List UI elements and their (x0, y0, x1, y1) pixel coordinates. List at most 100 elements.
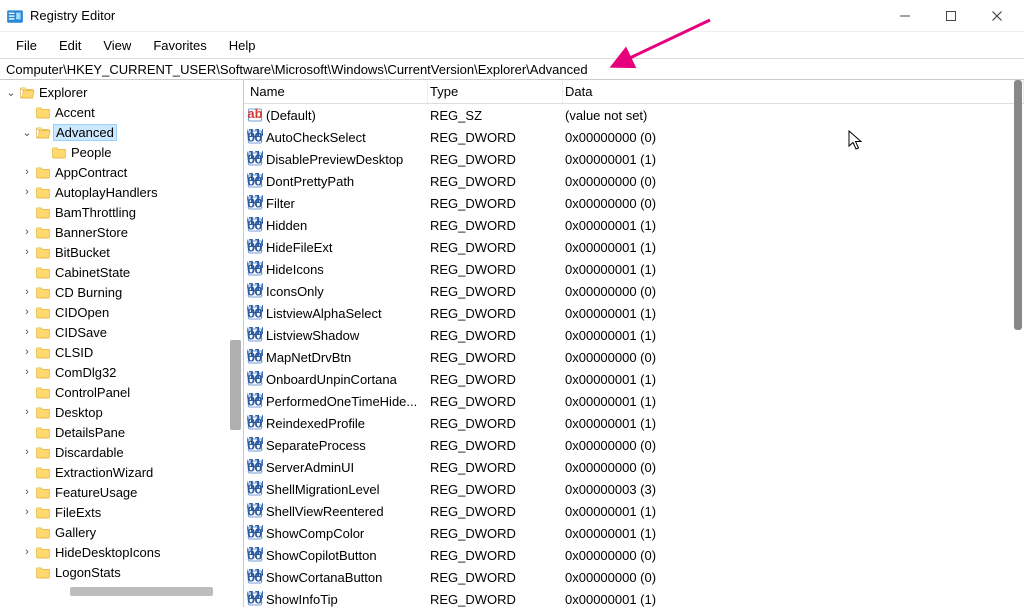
tree-item[interactable]: ›AutoplayHandlers (0, 182, 243, 202)
window-title: Registry Editor (30, 8, 115, 23)
menu-file[interactable]: File (6, 36, 47, 55)
value-name: SeparateProcess (266, 438, 366, 453)
tree-item[interactable]: ›HideDesktopIcons (0, 542, 243, 562)
tree-vertical-scrollbar-thumb[interactable] (230, 340, 241, 430)
tree-item[interactable]: ›CD Burning (0, 282, 243, 302)
value-row[interactable]: FilterREG_DWORD0x00000000 (0) (244, 192, 1024, 214)
value-row[interactable]: (Default)REG_SZ(value not set) (244, 104, 1024, 126)
tree-item[interactable]: BamThrottling (0, 202, 243, 222)
value-name: HideFileExt (266, 240, 332, 255)
tree-item[interactable]: ExtractionWizard (0, 462, 243, 482)
tree-item[interactable]: ControlPanel (0, 382, 243, 402)
value-name: ShellMigrationLevel (266, 482, 379, 497)
reg-dword-icon (246, 327, 264, 343)
column-data[interactable]: Data (563, 80, 1024, 103)
tree-item[interactable]: People (0, 142, 243, 162)
column-type[interactable]: Type (428, 80, 563, 103)
chevron-down-icon[interactable]: ⌄ (4, 86, 18, 99)
tree-item[interactable]: ›Discardable (0, 442, 243, 462)
chevron-right-icon[interactable]: › (20, 186, 34, 198)
chevron-right-icon[interactable]: › (20, 166, 34, 178)
tree-item[interactable]: ›CIDOpen (0, 302, 243, 322)
tree-panel[interactable]: ⌄ExplorerAccent⌄Advanced People › AppContra… (0, 80, 244, 607)
menu-view[interactable]: View (93, 36, 141, 55)
tree-item-label: FileExts (54, 505, 102, 520)
value-row[interactable]: HideIconsREG_DWORD0x00000001 (1) (244, 258, 1024, 280)
tree-item[interactable]: Gallery (0, 522, 243, 542)
value-data: 0x00000001 (1) (563, 152, 1024, 167)
value-row[interactable]: ShowCompColorREG_DWORD0x00000001 (1) (244, 522, 1024, 544)
value-row[interactable]: IconsOnlyREG_DWORD0x00000000 (0) (244, 280, 1024, 302)
tree-item[interactable]: › FileExts (0, 502, 243, 522)
tree-item[interactable]: ›CIDSave (0, 322, 243, 342)
close-button[interactable] (974, 0, 1020, 32)
tree-item[interactable]: Accent (0, 102, 243, 122)
chevron-right-icon[interactable]: › (20, 286, 34, 298)
value-row[interactable]: HideFileExtREG_DWORD0x00000001 (1) (244, 236, 1024, 258)
value-row[interactable]: HiddenREG_DWORD0x00000001 (1) (244, 214, 1024, 236)
menubar: File Edit View Favorites Help (0, 32, 1024, 58)
tree-item[interactable]: CabinetState (0, 262, 243, 282)
chevron-right-icon[interactable]: › (20, 366, 34, 378)
tree-item[interactable]: ›FeatureUsage (0, 482, 243, 502)
chevron-right-icon[interactable]: › (20, 506, 34, 518)
chevron-right-icon[interactable]: › (20, 546, 34, 558)
chevron-right-icon[interactable]: › (20, 446, 34, 458)
page-vertical-scrollbar[interactable] (1012, 80, 1024, 603)
tree-item[interactable]: ⌄Explorer (0, 82, 243, 102)
folder-icon (34, 565, 52, 579)
address-input[interactable] (6, 62, 1018, 77)
maximize-button[interactable] (928, 0, 974, 32)
chevron-right-icon[interactable]: › (20, 226, 34, 238)
chevron-right-icon[interactable]: › (20, 246, 34, 258)
value-row[interactable]: ShellViewReenteredREG_DWORD0x00000001 (1… (244, 500, 1024, 522)
value-row[interactable]: ShellMigrationLevelREG_DWORD0x00000003 (… (244, 478, 1024, 500)
value-row[interactable]: MapNetDrvBtnREG_DWORD0x00000000 (0) (244, 346, 1024, 368)
reg-dword-icon (246, 151, 264, 167)
menu-favorites[interactable]: Favorites (143, 36, 216, 55)
chevron-right-icon[interactable]: › (20, 326, 34, 338)
chevron-right-icon[interactable]: › (20, 306, 34, 318)
value-row[interactable]: ServerAdminUIREG_DWORD0x00000000 (0) (244, 456, 1024, 478)
reg-dword-icon (246, 437, 264, 453)
value-row[interactable]: ShowInfoTipREG_DWORD0x00000001 (1) (244, 588, 1024, 607)
value-type: REG_DWORD (428, 394, 563, 409)
tree-item[interactable]: › AppContract (0, 162, 243, 182)
value-row[interactable]: OnboardUnpinCortanaREG_DWORD0x00000001 (… (244, 368, 1024, 390)
tree-item[interactable]: DetailsPane (0, 422, 243, 442)
chevron-right-icon[interactable]: › (20, 486, 34, 498)
value-type: REG_DWORD (428, 504, 563, 519)
value-row[interactable]: DontPrettyPathREG_DWORD0x00000000 (0) (244, 170, 1024, 192)
menu-help[interactable]: Help (219, 36, 266, 55)
values-panel[interactable]: Name Type Data (Default)REG_SZ(value not… (244, 80, 1024, 607)
column-name[interactable]: Name (244, 80, 428, 103)
tree-item-label: DetailsPane (54, 425, 126, 440)
tree-item[interactable]: ›Desktop (0, 402, 243, 422)
minimize-button[interactable] (882, 0, 928, 32)
value-data: 0x00000000 (0) (563, 460, 1024, 475)
tree-item[interactable]: ›BannerStore (0, 222, 243, 242)
tree-item-label: AppContract (54, 165, 128, 180)
tree-item[interactable]: LogonStats (0, 562, 243, 582)
value-row[interactable]: ShowCopilotButtonREG_DWORD0x00000000 (0) (244, 544, 1024, 566)
chevron-down-icon[interactable]: ⌄ (20, 126, 34, 139)
chevron-right-icon[interactable]: › (20, 346, 34, 358)
tree-item[interactable]: ›ComDlg32 (0, 362, 243, 382)
tree-item[interactable]: ⌄Advanced (0, 122, 243, 142)
value-row[interactable]: ShowCortanaButtonREG_DWORD0x00000000 (0) (244, 566, 1024, 588)
value-row[interactable]: PerformedOneTimeHide...REG_DWORD0x000000… (244, 390, 1024, 412)
tree-item[interactable]: ›BitBucket (0, 242, 243, 262)
value-row[interactable]: ListviewShadowREG_DWORD0x00000001 (1) (244, 324, 1024, 346)
value-row[interactable]: DisablePreviewDesktopREG_DWORD0x00000001… (244, 148, 1024, 170)
value-type: REG_DWORD (428, 284, 563, 299)
tree-item[interactable]: ›CLSID (0, 342, 243, 362)
value-row[interactable]: AutoCheckSelectREG_DWORD0x00000000 (0) (244, 126, 1024, 148)
value-row[interactable]: ListviewAlphaSelectREG_DWORD0x00000001 (… (244, 302, 1024, 324)
menu-edit[interactable]: Edit (49, 36, 91, 55)
tree-horizontal-scrollbar[interactable] (0, 584, 243, 599)
value-row[interactable]: ReindexedProfileREG_DWORD0x00000001 (1) (244, 412, 1024, 434)
value-row[interactable]: SeparateProcessREG_DWORD0x00000000 (0) (244, 434, 1024, 456)
reg-dword-icon (246, 305, 264, 321)
tree-item-label: People (70, 145, 112, 160)
chevron-right-icon[interactable]: › (20, 406, 34, 418)
